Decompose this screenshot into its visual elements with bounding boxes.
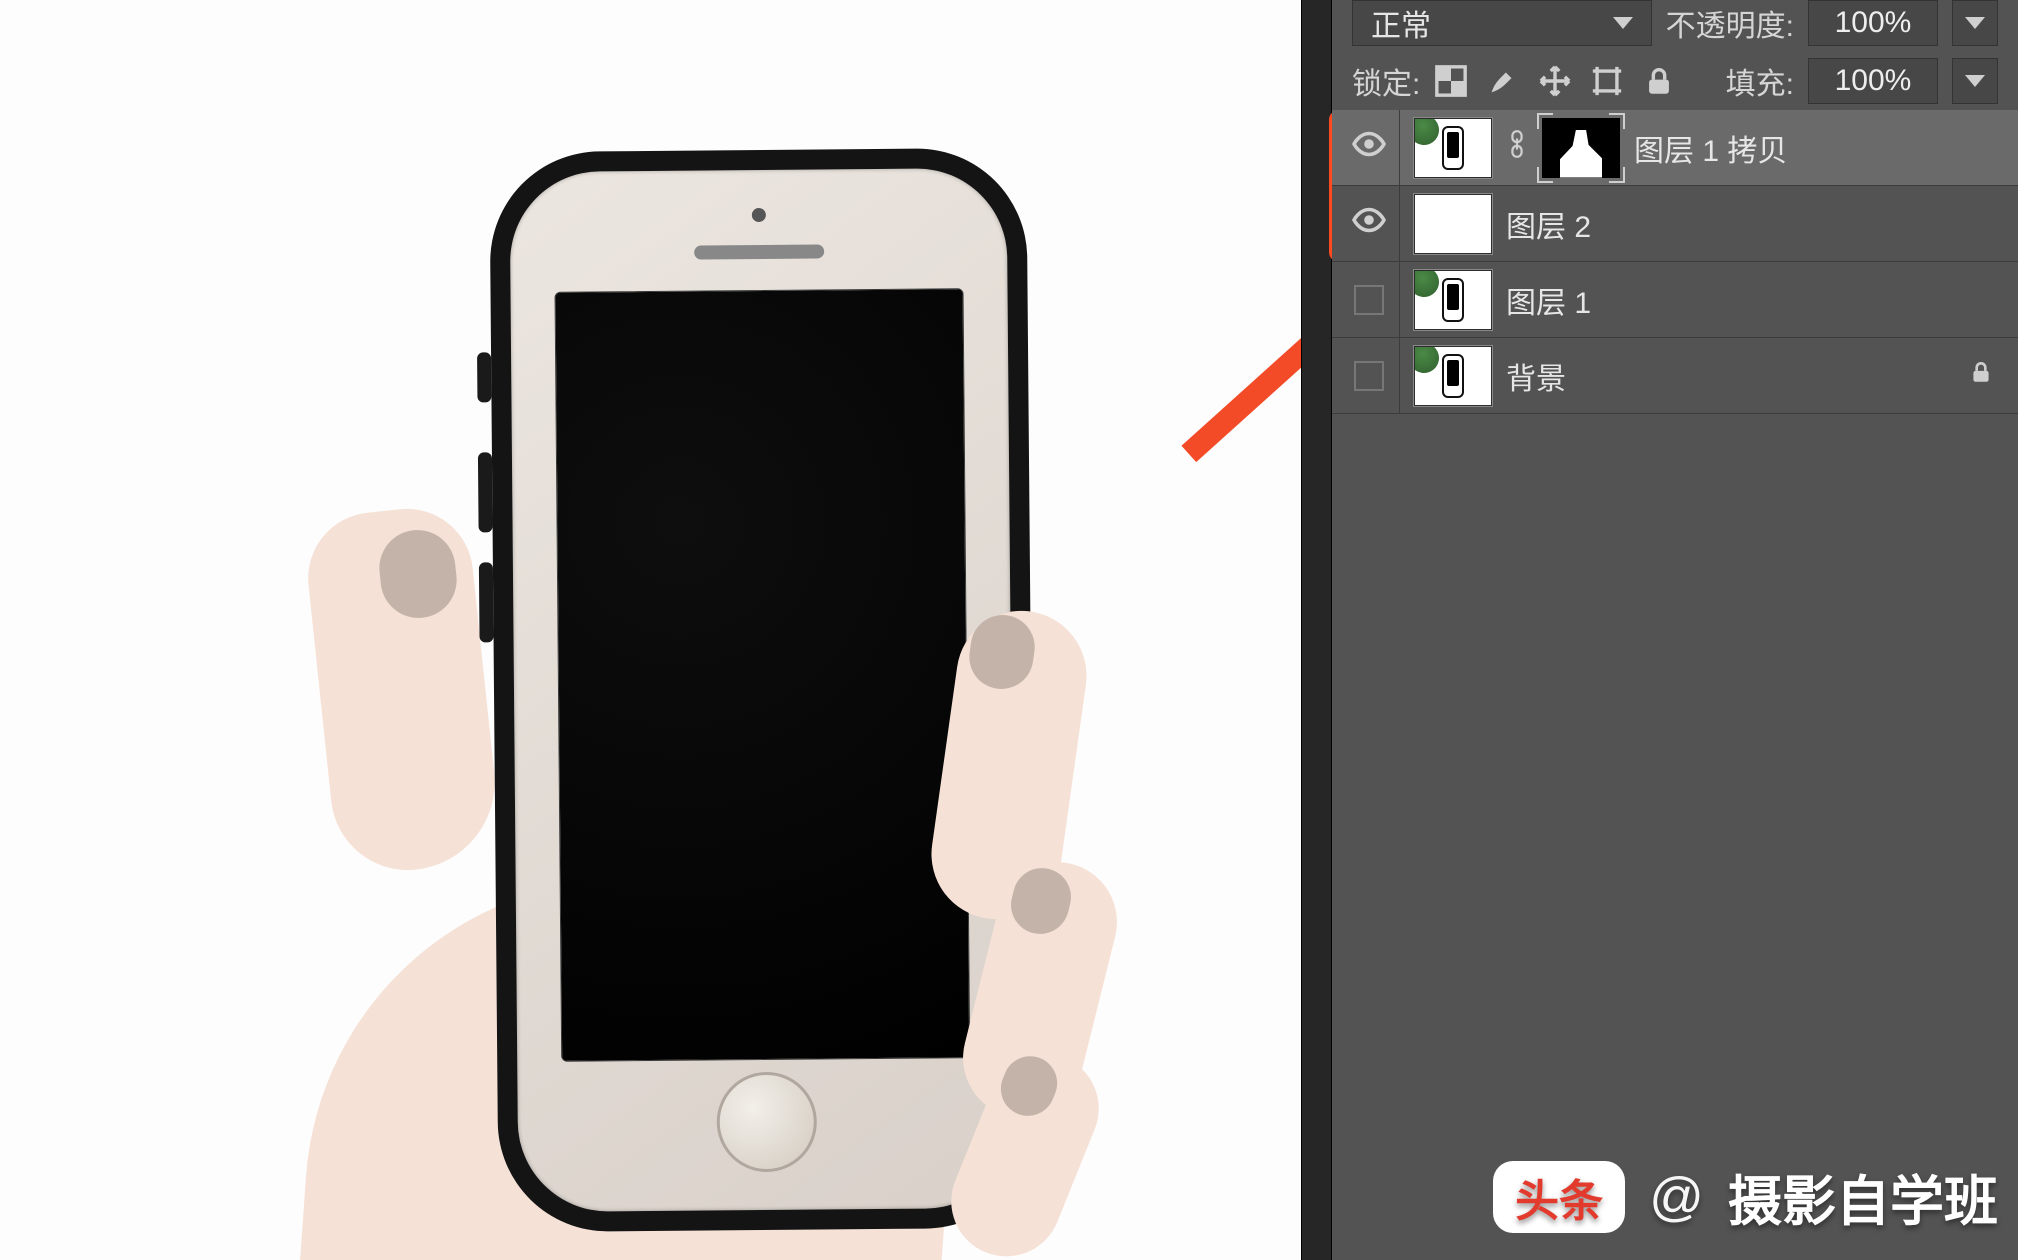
visibility-off-icon (1354, 285, 1384, 315)
move-icon[interactable] (1538, 64, 1572, 98)
layers-panel: 正常 不透明度: 100% 锁定: (1332, 0, 2018, 1260)
layer-thumbnail[interactable] (1414, 270, 1492, 330)
layer-visibility-toggle[interactable] (1338, 262, 1400, 337)
lock-icon (1968, 359, 2000, 392)
opacity-dropdown[interactable] (1952, 0, 1998, 46)
layer-visibility-toggle[interactable] (1338, 110, 1400, 185)
layer-name[interactable]: 图层 1 (1506, 278, 2000, 322)
lock-icon-group (1434, 64, 1676, 98)
eye-icon (1351, 126, 1387, 170)
lock-label: 锁定: (1352, 59, 1420, 103)
brush-icon[interactable] (1486, 64, 1520, 98)
watermark-badge: 头条 (1493, 1161, 1625, 1233)
eye-icon (1351, 202, 1387, 246)
opacity-label: 不透明度: (1666, 1, 1794, 45)
canvas-area[interactable] (0, 0, 1301, 1260)
layer-mask-thumbnail[interactable] (1542, 118, 1620, 178)
fill-label: 填充: (1726, 59, 1794, 103)
watermark: 头条 @ 摄影自学班 (1493, 1157, 1998, 1236)
transparency-icon[interactable] (1434, 64, 1468, 98)
lock-icon[interactable] (1642, 64, 1676, 98)
blend-mode-select[interactable]: 正常 (1352, 0, 1652, 46)
link-icon (1506, 129, 1528, 166)
blend-mode-value: 正常 (1371, 1, 1431, 45)
layer-name[interactable]: 图层 2 (1506, 202, 2000, 246)
lock-fill-row: 锁定: 填充: 100% (1332, 52, 2018, 110)
watermark-text: 摄影自学班 (1728, 1157, 1998, 1236)
layer-thumbnail[interactable] (1414, 118, 1492, 178)
layer-visibility-toggle[interactable] (1338, 338, 1400, 413)
artboard-icon[interactable] (1590, 64, 1624, 98)
layer-thumbnail[interactable] (1414, 346, 1492, 406)
layer-row[interactable]: 图层 1 拷贝 (1332, 110, 2018, 186)
chevron-down-icon (1613, 17, 1633, 29)
visibility-off-icon (1354, 361, 1384, 391)
layer-visibility-toggle[interactable] (1338, 186, 1400, 261)
fill-dropdown[interactable] (1952, 58, 1998, 104)
opacity-field[interactable]: 100% (1808, 0, 1938, 46)
fill-field[interactable]: 100% (1808, 58, 1938, 104)
phone-mockup (489, 148, 1035, 1233)
layer-thumbnail[interactable] (1414, 194, 1492, 254)
watermark-at: @ (1649, 1166, 1704, 1228)
layer-row[interactable]: 图层 1 (1332, 262, 2018, 338)
canvas-scrollbar[interactable] (1301, 0, 1332, 1260)
layers-list: 图层 1 拷贝 图层 2 图层 1 (1332, 110, 2018, 1260)
layer-row[interactable]: 图层 2 (1332, 186, 2018, 262)
layer-row[interactable]: 背景 (1332, 338, 2018, 414)
layer-name[interactable]: 背景 (1506, 354, 1954, 398)
annotation-arrow (1001, 40, 1301, 469)
chevron-down-icon (1965, 17, 1985, 29)
fill-value: 100% (1835, 64, 1912, 98)
blend-opacity-row: 正常 不透明度: 100% (1332, 0, 2018, 52)
chevron-down-icon (1965, 75, 1985, 87)
opacity-value: 100% (1835, 6, 1912, 40)
layer-name[interactable]: 图层 1 拷贝 (1634, 126, 2000, 170)
